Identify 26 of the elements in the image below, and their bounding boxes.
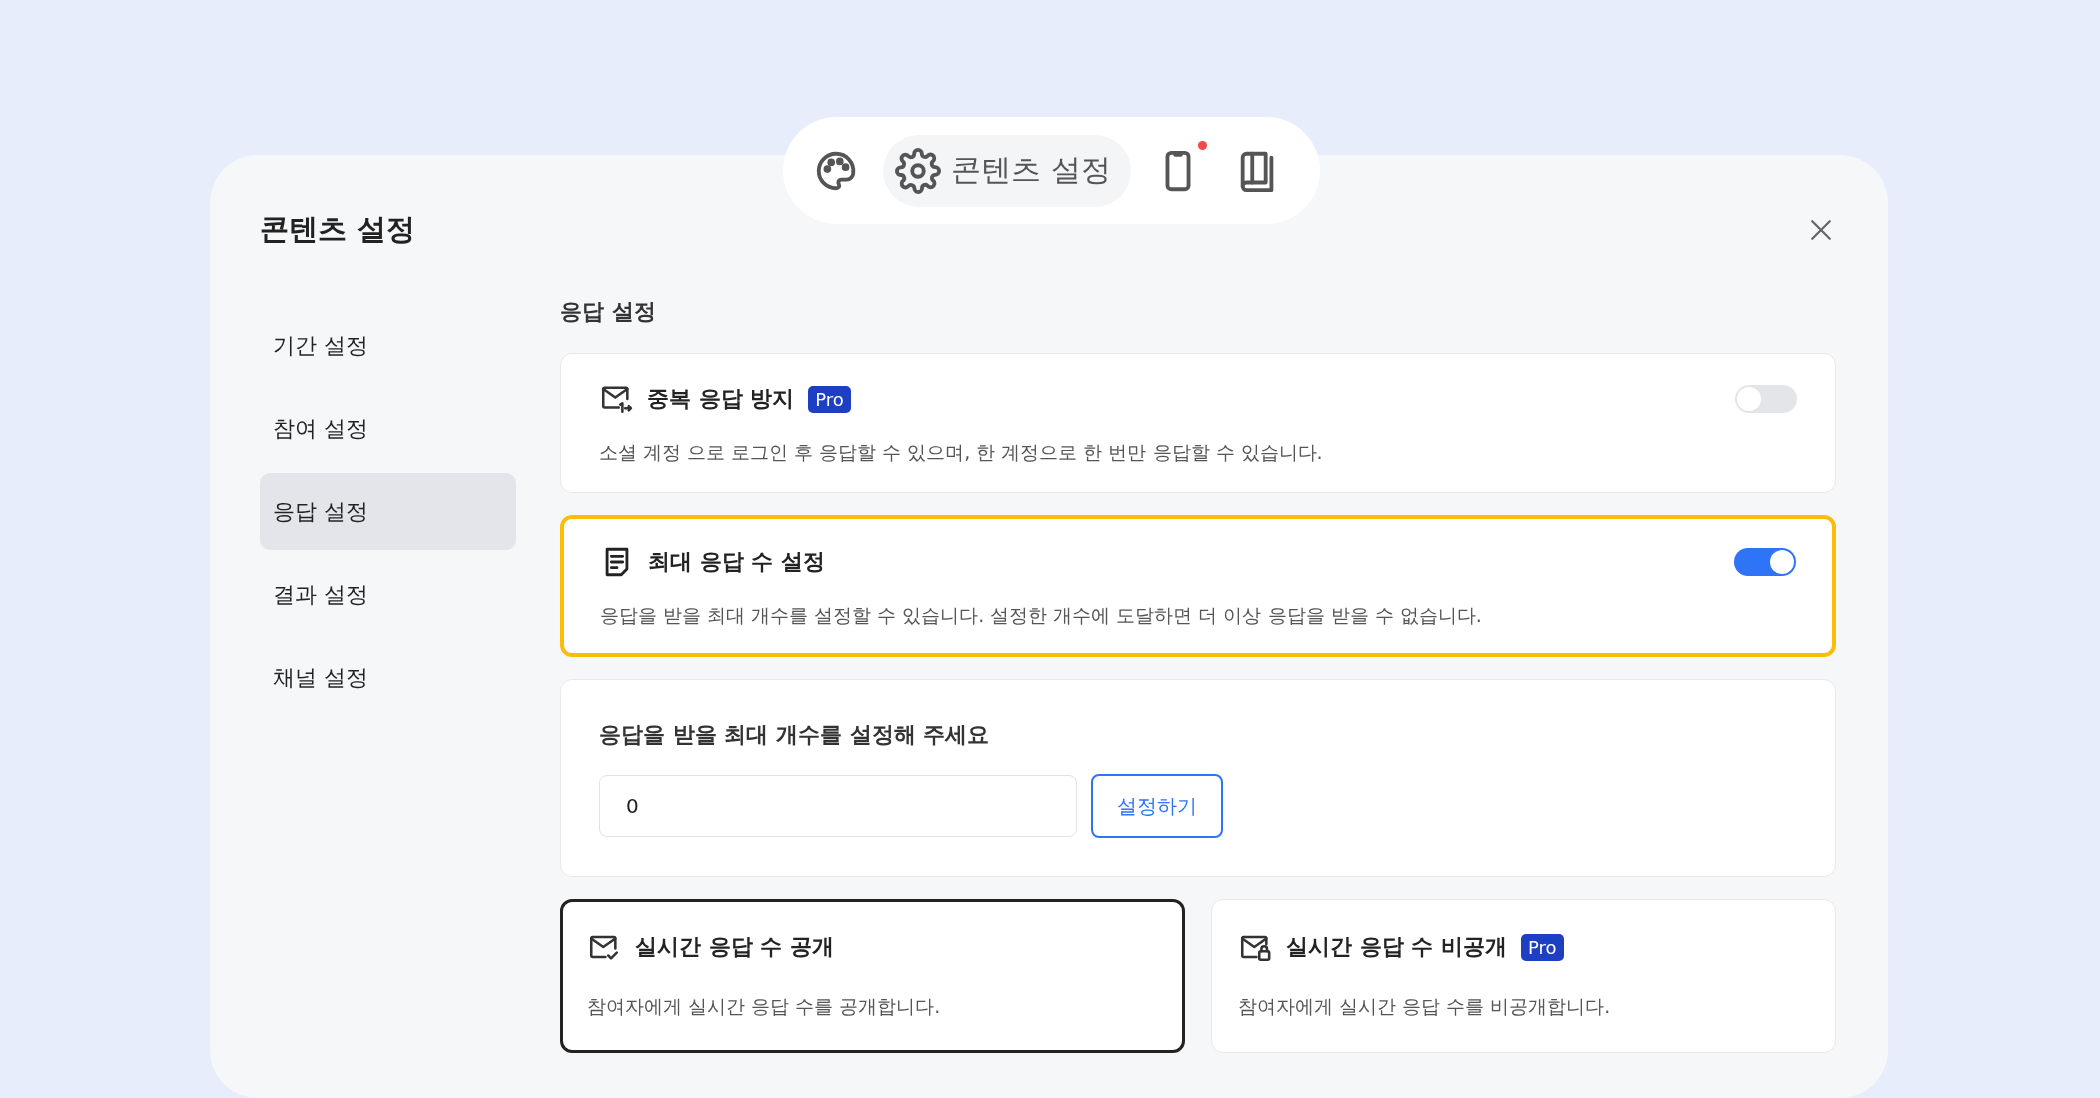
option-title: 실시간 응답 수 비공개 [1286, 933, 1507, 961]
sidebar-item[interactable]: 결과 설정 [260, 556, 516, 633]
setting-description: 소셜 계정 으로 로그인 후 응답할 수 있으며, 한 계정으로 한 번만 응답할 수 있습니다. [599, 440, 1324, 465]
option-card[interactable]: 실시간 응답 수 공개 참여자에게 실시간 응답 수를 공개합니다. [560, 899, 1185, 1053]
form-label: 응답을 받을 최대 개수를 설정해 주세요 [599, 721, 991, 749]
number-input-field[interactable]: 0 [599, 775, 1077, 837]
panel-title: 콘텐츠 설정 [260, 211, 416, 248]
option-description: 참여자에게 실시간 응답 수를 비공개합니다. [1238, 994, 1612, 1019]
setting-title: 최대 응답 수 설정 [648, 548, 825, 576]
toolbar-button[interactable]: 콘텐츠 설정 [883, 134, 1131, 207]
option-description: 참여자에게 실시간 응답 수를 공개합니다. [587, 994, 942, 1019]
pro-badge: Pro [1521, 933, 1564, 961]
option-title: 실시간 응답 수 공개 [635, 933, 834, 961]
settings-icon [895, 147, 941, 194]
set-button[interactable]: 설정하기 [1091, 774, 1223, 838]
sidebar-item[interactable]: 참여 설정 [260, 390, 516, 467]
sidebar-item[interactable]: 응답 설정 [260, 473, 516, 550]
setting-title: 중복 응답 방지 [647, 385, 795, 413]
section-title: 응답 설정 [560, 298, 657, 326]
sidebar-item[interactable]: 채널 설정 [260, 639, 516, 716]
pro-badge: Pro [808, 385, 851, 413]
setting-description: 응답을 받을 최대 개수를 설정할 수 있습니다. 설정한 개수에 도달하면 더 이상 응답을 받을 수 없습니다. [600, 603, 1483, 628]
sidebar-item[interactable]: 기간 설정 [260, 307, 516, 384]
toggle-switch[interactable] [1735, 385, 1797, 413]
toggle-switch[interactable] [1734, 548, 1796, 576]
option-card[interactable]: 실시간 응답 수 비공개 Pro 참여자에게 실시간 응답 수를 비공개합니다. [1211, 899, 1836, 1053]
